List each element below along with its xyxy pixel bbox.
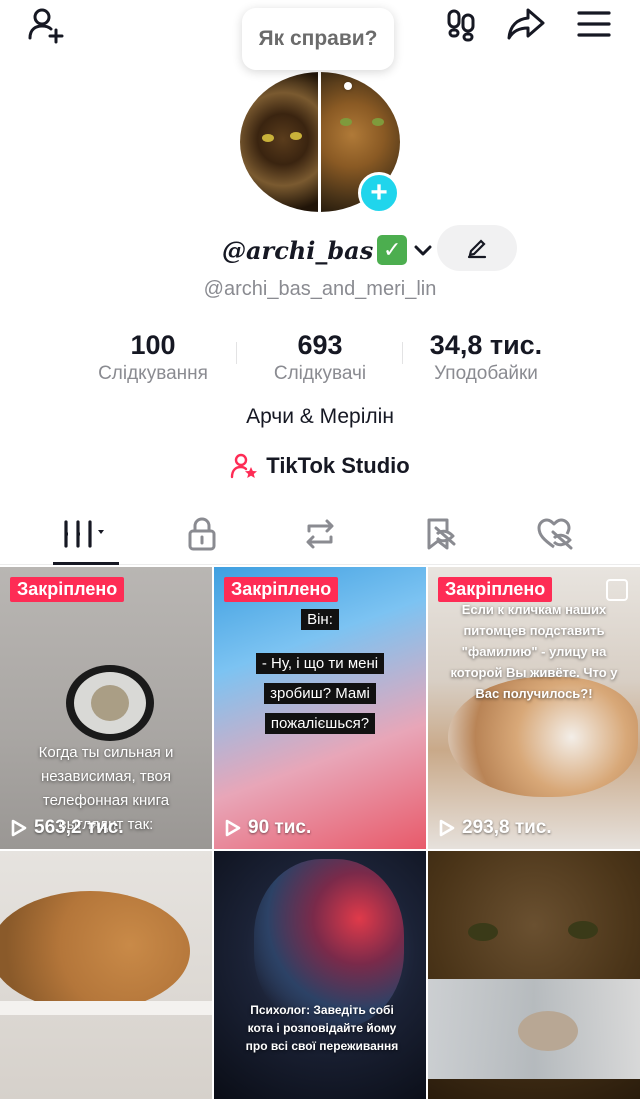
cat-eye <box>568 921 598 939</box>
stat-label: Слідкування <box>98 363 208 384</box>
view-count-text: 563,2 тис. <box>34 817 124 838</box>
add-story-plus-icon[interactable]: + <box>358 172 400 214</box>
stat-likes[interactable]: 34,8 тис. Уподобайки <box>416 330 556 385</box>
grid-icon <box>64 520 104 548</box>
caption-line: Він: <box>301 609 339 630</box>
video-thumbnail[interactable]: Закріплено Когда ты сильная и независима… <box>0 567 212 849</box>
footprints-icon[interactable] <box>439 2 483 46</box>
video-caption: Если к кличкам наших питомцев подставить… <box>450 602 618 701</box>
video-thumbnail[interactable] <box>0 851 212 1099</box>
bookmark-hidden-icon <box>427 518 456 550</box>
tiktok-studio-link[interactable]: TikTok Studio <box>0 452 640 480</box>
stat-followers[interactable]: 693 Слідкувачі <box>260 330 380 385</box>
stat-following[interactable]: 100 Слідкування <box>86 330 220 385</box>
video-grid: Закріплено Когда ты сильная и независима… <box>0 567 640 1099</box>
video-thumbnail[interactable]: Психолог: Заведіть собі кота і розповіда… <box>214 851 426 1099</box>
video-caption: Він: - Ну, і що ти мені зробиш? Мамі пож… <box>214 603 426 739</box>
stats-row: 100 Слідкування 693 Слідкувачі 34,8 тис.… <box>0 330 640 390</box>
play-icon <box>439 819 455 837</box>
play-icon <box>11 819 27 837</box>
content-tabs <box>0 505 640 565</box>
avatar-eye <box>262 134 274 142</box>
view-count: 293,8 тис. <box>438 817 552 839</box>
view-count: 90 тис. <box>224 817 311 839</box>
edit-profile-button[interactable] <box>437 225 517 271</box>
stat-value: 34,8 тис. <box>429 330 543 360</box>
play-icon <box>225 819 241 837</box>
caption-line: - Ну, і що ти мені <box>255 653 385 674</box>
stat-value: 100 <box>130 330 176 360</box>
view-count-text: 293,8 тис. <box>462 817 552 838</box>
bio: Арчи & Мерілін <box>246 405 394 428</box>
chevron-down-icon[interactable] <box>413 240 433 260</box>
cat-on-sill-image <box>518 1011 578 1051</box>
greeting-bubble[interactable]: Як справи? <box>242 8 394 70</box>
video-caption: Психолог: Заведіть собі кота і розповіда… <box>245 1003 399 1053</box>
username: @archi_bas_and_meri_lin <box>203 278 437 300</box>
stat-divider <box>236 342 237 364</box>
pencil-icon <box>467 239 487 259</box>
view-count-text: 90 тис. <box>248 817 312 838</box>
avatar-divider <box>318 72 321 212</box>
pinned-badge: Закріплено <box>10 577 125 602</box>
menu-icon[interactable] <box>572 2 616 46</box>
caption-line: зробиш? Мамі <box>264 683 376 704</box>
video-thumbnail[interactable]: Закріплено Він: - Ну, і що ти мені зроби… <box>214 567 426 849</box>
display-name: @archi_bas <box>222 235 374 265</box>
cat-image <box>0 891 190 1011</box>
avatar-left-cat <box>240 72 318 212</box>
display-name-row[interactable]: @archi_bas ✓ <box>222 226 433 274</box>
stat-value: 693 <box>297 330 343 360</box>
repost-icon <box>306 519 334 549</box>
clock-image <box>66 665 154 741</box>
avatar-eye <box>290 132 302 140</box>
stat-label: Уподобайки <box>434 363 538 384</box>
tab-reposts[interactable] <box>275 505 365 563</box>
pinned-badge: Закріплено <box>224 577 339 602</box>
video-thumbnail[interactable]: Закріплено Если к кличкам наших питомцев… <box>428 567 640 849</box>
avatar-eye <box>340 118 352 126</box>
tab-favorites[interactable] <box>394 505 484 563</box>
avatar-eye <box>372 118 384 126</box>
add-friend-icon[interactable] <box>24 2 68 46</box>
verified-check-icon: ✓ <box>377 235 408 265</box>
active-tab-indicator <box>53 562 119 565</box>
lock-icon <box>188 517 216 551</box>
studio-person-star-icon <box>231 453 258 479</box>
tab-videos[interactable] <box>41 505 131 563</box>
multi-photo-icon <box>606 579 628 601</box>
caption-line: пожалієшься? <box>264 713 376 734</box>
stat-label: Слідкувачі <box>273 363 367 384</box>
tab-liked[interactable] <box>510 505 600 563</box>
tab-private[interactable] <box>157 505 247 563</box>
stat-divider <box>402 342 403 364</box>
cat-eye <box>468 923 498 941</box>
view-count: 563,2 тис. <box>10 817 124 839</box>
liked-hidden-icon <box>537 518 573 550</box>
video-thumbnail[interactable] <box>428 851 640 1099</box>
studio-label: TikTok Studio <box>266 453 410 478</box>
shelf-image <box>0 1001 212 1015</box>
share-icon[interactable] <box>504 2 548 46</box>
bubble-tail-dot <box>344 82 352 90</box>
